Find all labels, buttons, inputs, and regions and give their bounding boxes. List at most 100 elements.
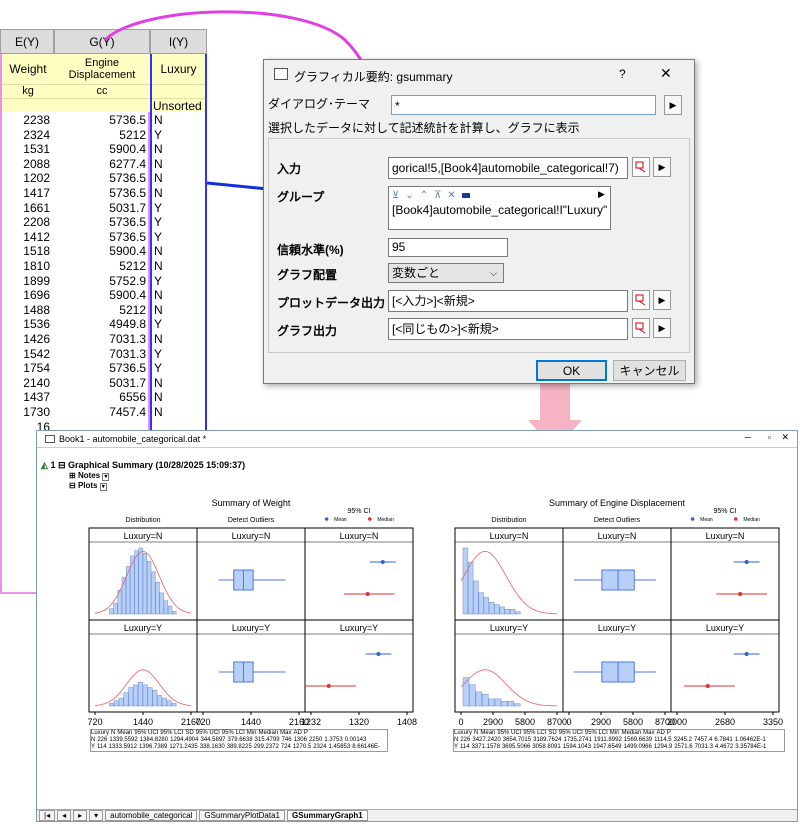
input-menu-button[interactable]: ▶ bbox=[653, 157, 671, 177]
histogram-bar bbox=[475, 691, 483, 707]
range-select-icon[interactable] bbox=[632, 157, 650, 177]
restore-button[interactable]: ▫ bbox=[768, 432, 771, 442]
notes-dropdown-icon[interactable]: ▾ bbox=[102, 473, 110, 481]
tree-notes[interactable]: ⊞ Notes ▾ bbox=[69, 471, 110, 481]
stats-cell: 315.4799 bbox=[254, 737, 280, 743]
histogram-bar bbox=[146, 560, 152, 615]
minimize-button[interactable]: ─ bbox=[745, 432, 751, 442]
stats-cell: Mean bbox=[480, 730, 496, 736]
histogram-bar bbox=[147, 687, 153, 707]
tick-label: 2000 bbox=[667, 717, 687, 727]
histogram-bar bbox=[515, 611, 521, 615]
legend-mean: Mean bbox=[700, 517, 713, 523]
stats-cell: N bbox=[111, 730, 116, 736]
theme-menu-button[interactable]: ▶ bbox=[664, 95, 682, 115]
tick-label: 1320 bbox=[349, 717, 369, 727]
legend-median-marker bbox=[368, 517, 372, 521]
plotdata-range-icon[interactable] bbox=[632, 290, 650, 310]
row-label: Luxury=N bbox=[232, 531, 271, 541]
stats-cell: 299.2372 bbox=[253, 744, 279, 750]
stats-cell: Median bbox=[621, 730, 642, 736]
conf-level-field[interactable]: 95 bbox=[388, 238, 508, 257]
stats-cell: 95% LCI bbox=[221, 730, 245, 736]
plots-dropdown-icon[interactable]: ▾ bbox=[99, 483, 107, 491]
ok-button[interactable]: OK bbox=[536, 360, 607, 381]
histogram-bar bbox=[152, 689, 158, 707]
nav-next[interactable]: ▸ bbox=[73, 810, 88, 821]
chart-title: Summary of Weight bbox=[212, 498, 291, 508]
stats-cell: P bbox=[666, 730, 671, 736]
graph-menu-button[interactable]: ▶ bbox=[653, 318, 671, 338]
help-button[interactable]: ? bbox=[619, 67, 626, 81]
stats-cell: Mean bbox=[117, 730, 133, 736]
graph-output-field[interactable]: [<同じもの>]<新規> bbox=[388, 318, 628, 340]
stats-row: N 226 3427.2420 3654.7015 3189.7624 1735.2741… bbox=[454, 737, 784, 744]
layout-select[interactable]: 変数ごと ⌵ bbox=[388, 263, 504, 283]
mean-marker bbox=[376, 652, 381, 656]
close-icon[interactable]: ✕ bbox=[781, 432, 789, 443]
list-toolbar[interactable]: ⊻⌄⌃⊼✕ bbox=[392, 189, 610, 203]
nav-first[interactable]: |◂ bbox=[39, 810, 56, 821]
tab-automobile-categorical[interactable]: automobile_categorical bbox=[105, 810, 198, 821]
histogram-bar bbox=[469, 684, 476, 707]
stats-cell: Min bbox=[246, 730, 257, 736]
sheet-tab-bar: |◂ ◂ ▸ ▾ automobile_categorical GSummary… bbox=[37, 809, 797, 821]
row-label: Luxury=Y bbox=[706, 623, 744, 633]
histogram-bar bbox=[509, 609, 516, 615]
stats-cell: 1594.1043 bbox=[562, 744, 592, 750]
row-label: Luxury=N bbox=[340, 531, 379, 541]
stats-cell: 226 bbox=[97, 737, 108, 743]
stats-cell: 95% UCI bbox=[497, 730, 522, 736]
legend-median-marker bbox=[734, 517, 738, 521]
stats-cell: 389.8225 bbox=[226, 744, 252, 750]
tab-gsummary-plotdata[interactable]: GSummaryPlotData1 bbox=[199, 810, 286, 821]
panel-header-distribution: Distribution bbox=[491, 517, 526, 524]
stats-row: Y 114 3371.1578 3695.5066 3058.8091 1594.1043… bbox=[454, 744, 784, 751]
stats-cell: Max bbox=[280, 730, 292, 736]
histogram-bar bbox=[157, 695, 163, 707]
histogram-bar bbox=[483, 597, 490, 615]
row-label: Luxury=Y bbox=[124, 623, 162, 633]
median-marker bbox=[705, 684, 710, 688]
stats-cell: 3371.1578 bbox=[471, 744, 500, 750]
group-menu-arrow[interactable]: ▶ bbox=[598, 189, 605, 200]
graph-range-icon[interactable] bbox=[632, 318, 650, 338]
stats-cell: 7031.3 bbox=[694, 744, 713, 750]
histogram-bar bbox=[513, 703, 521, 707]
histogram-bar bbox=[494, 604, 500, 615]
nav-list[interactable]: ▾ bbox=[89, 810, 104, 821]
input-range-field[interactable]: gorical!5,[Book4]automobile_categorical!… bbox=[388, 157, 628, 179]
group-list[interactable]: ⊻⌄⌃⊼✕ [Book4]automobile_categorical!I"Lu… bbox=[388, 186, 611, 230]
mean-marker bbox=[380, 560, 385, 564]
stats-cell: 2250 bbox=[308, 737, 323, 743]
legend-mean-marker bbox=[690, 517, 695, 521]
stats-cell: 114 bbox=[460, 744, 470, 750]
engine-summary-chart: Summary of Engine Displacement Distributi… bbox=[454, 498, 783, 727]
tree-root[interactable]: ◭ 1 ⊟ Graphical Summary (10/28/2025 15:0… bbox=[41, 460, 245, 471]
row-label: Luxury=N bbox=[124, 531, 163, 541]
gsummary-dialog: グラフィカル要約: gsummary ? ✕ ダイアログ･テーマ * ▶ 選択し… bbox=[263, 59, 695, 384]
nav-prev[interactable]: ◂ bbox=[57, 810, 72, 821]
tab-gsummary-graph[interactable]: GSummaryGraph1 bbox=[287, 810, 368, 821]
mean-marker bbox=[744, 560, 749, 564]
stats-cell: 8.66146E- bbox=[352, 744, 380, 750]
layout-value: 変数ごと bbox=[392, 266, 441, 280]
row-label: Luxury=N bbox=[490, 531, 529, 541]
tree-plots[interactable]: ⊟ Plots ▾ bbox=[69, 481, 107, 491]
tick-label: 0 bbox=[566, 717, 571, 727]
cancel-button[interactable]: キャンセル bbox=[613, 360, 686, 381]
graph-window: Book1 - automobile_categorical.dat * ─ ▫… bbox=[36, 430, 798, 822]
plotdata-field[interactable]: [<入力>]<新規> bbox=[388, 290, 628, 312]
group-item[interactable]: [Book4]automobile_categorical!I"Luxury" bbox=[392, 203, 610, 217]
stats-cell: 2324 bbox=[313, 744, 327, 750]
stats-cell: 379.6638 bbox=[227, 737, 253, 743]
histogram-bar bbox=[462, 547, 469, 615]
histogram-bar bbox=[488, 601, 495, 615]
plotdata-menu-button[interactable]: ▶ bbox=[653, 290, 671, 310]
stats-cell: 3.35784E-1 bbox=[735, 744, 767, 750]
stats-cell: 1.3753 bbox=[324, 737, 343, 743]
tick-label: 1440 bbox=[133, 717, 153, 727]
close-icon[interactable]: ✕ bbox=[660, 65, 672, 82]
histogram-bar bbox=[123, 692, 129, 707]
theme-select[interactable]: * bbox=[391, 95, 656, 115]
